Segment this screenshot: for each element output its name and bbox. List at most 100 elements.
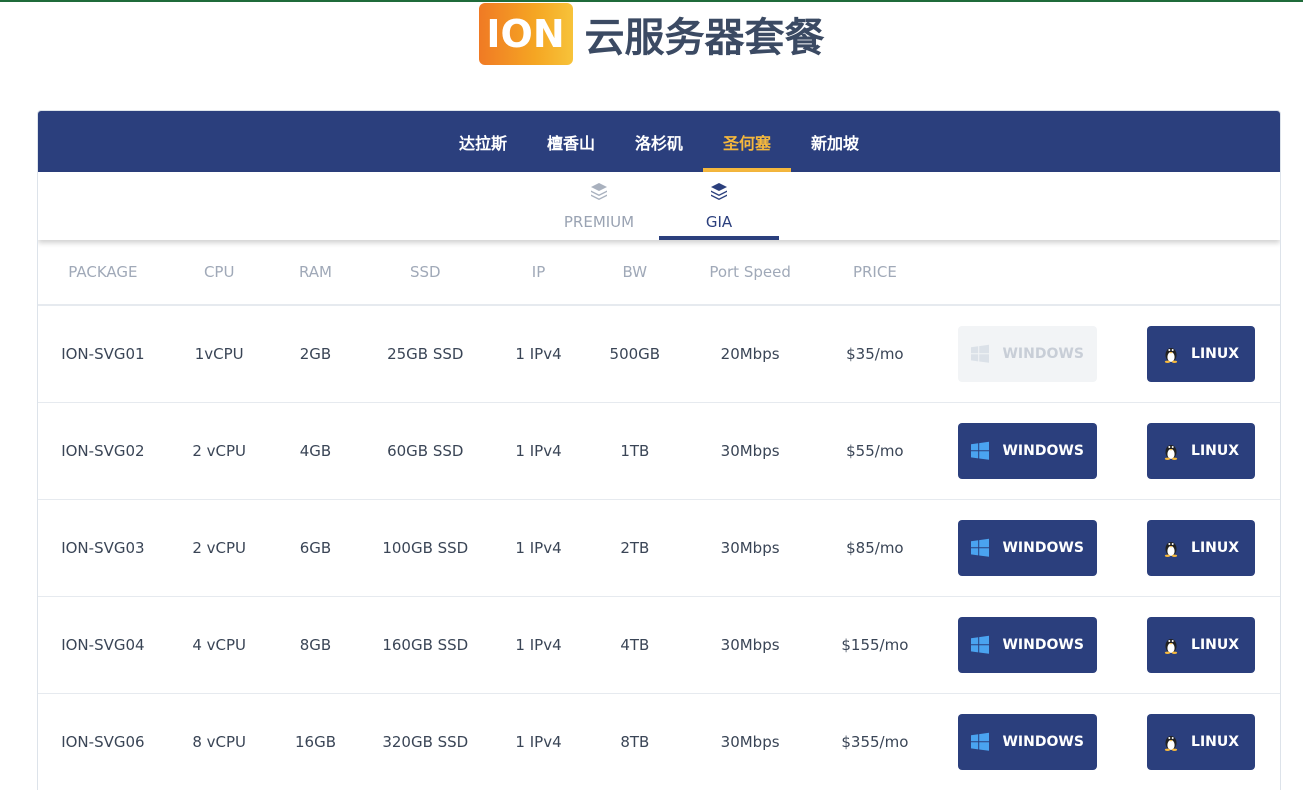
table-row: ION-SVG06 8 vCPU 16GB 320GB SSD 1 IPv4 8TB 30M… [38,693,1280,790]
cell-windows: WINDOWS [932,693,1123,790]
cell-windows: WINDOWS [932,402,1123,500]
windows-button-label: WINDOWS [1002,539,1084,556]
windows-icon [970,344,996,364]
linux-button[interactable]: LINUX [1147,422,1256,479]
table-row: ION-SVG03 2 vCPU 6GB 100GB SSD 1 IPv4 2TB 30Mb… [38,499,1280,597]
cell-ssd: 25GB SSD [360,305,491,403]
cell-price: $85/mo [817,499,933,597]
column-header-package: PACKAGE [38,240,168,306]
cell-package: ION-SVG04 [38,596,168,694]
column-header-ram: RAM [270,240,361,306]
windows-button-label: WINDOWS [1002,442,1084,459]
column-header-windows [932,240,1123,306]
windows-button[interactable]: WINDOWS [957,713,1097,770]
windows-button-label: WINDOWS [1002,733,1084,750]
cell-cpu: 2 vCPU [167,499,271,597]
logo-text: ION [486,12,565,56]
cell-linux: LINUX [1122,499,1280,597]
windows-button[interactable]: WINDOWS [957,325,1097,382]
cell-bw: 1TB [586,402,683,500]
table-row: ION-SVG01 1vCPU 2GB 25GB SSD 1 IPv4 500GB 20Mb… [38,305,1280,403]
cell-ssd: 100GB SSD [360,499,491,597]
cell-port: 30Mbps [682,596,818,694]
plan-tab-premium[interactable]: PREMIUM [539,172,659,240]
linux-button[interactable]: LINUX [1147,325,1256,382]
cell-windows: WINDOWS [932,499,1123,597]
linux-button[interactable]: LINUX [1147,713,1256,770]
plan-tab-label: PREMIUM [563,213,635,231]
windows-icon [970,732,996,752]
linux-tux-icon [1163,636,1185,654]
cell-bw: 2TB [586,499,683,597]
pricing-table: PACKAGE CPU RAM SSD IP BW Port Speed PRICE ION-… [38,240,1280,790]
table-row: ION-SVG04 4 vCPU 8GB 160GB SSD 1 IPv4 4TB 30Mb… [38,596,1280,694]
location-tab-label: 新加坡 [811,133,860,153]
linux-button-label: LINUX [1191,636,1240,653]
cell-price: $155/mo [817,596,933,694]
cell-port: 30Mbps [682,693,818,790]
linux-button[interactable]: LINUX [1147,519,1256,576]
plan-tab-label: GIA [705,213,733,231]
cell-ssd: 60GB SSD [360,402,491,500]
cell-linux: LINUX [1122,402,1280,500]
windows-icon [970,538,996,558]
cell-bw: 8TB [586,693,683,790]
cell-ip: 1 IPv4 [490,596,587,694]
cell-ram: 16GB [270,693,361,790]
location-tab-label: 洛杉矶 [634,133,683,153]
cell-package: ION-SVG02 [38,402,168,500]
table-header-row: PACKAGE CPU RAM SSD IP BW Port Speed PRICE [38,240,1280,306]
cell-cpu: 1vCPU [167,305,271,403]
windows-button[interactable]: WINDOWS [957,519,1097,576]
windows-icon [970,635,996,655]
ion-logo: ION [478,3,573,65]
cell-cpu: 2 vCPU [167,402,271,500]
location-tab-1[interactable]: 檀香山 [527,111,615,172]
cell-linux: LINUX [1122,305,1280,403]
windows-button-label: WINDOWS [1002,636,1084,653]
cell-bw: 4TB [586,596,683,694]
cell-ram: 4GB [270,402,361,500]
linux-tux-icon [1163,345,1185,363]
location-tab-2[interactable]: 洛杉矶 [615,111,703,172]
table-body: ION-SVG01 1vCPU 2GB 25GB SSD 1 IPv4 500GB 20Mb… [38,305,1280,790]
location-tab-label: 檀香山 [546,133,595,153]
location-tab-4[interactable]: 新加坡 [791,111,879,172]
column-header-ip: IP [490,240,587,306]
cell-ram: 2GB [270,305,361,403]
cell-price: $35/mo [817,305,933,403]
windows-icon [970,441,996,461]
page-title: 云服务器套餐 [584,15,825,61]
cell-ip: 1 IPv4 [490,402,587,500]
linux-tux-icon [1163,442,1185,460]
cell-ssd: 160GB SSD [360,596,491,694]
windows-button[interactable]: WINDOWS [957,422,1097,479]
cell-ip: 1 IPv4 [490,693,587,790]
location-tab-0[interactable]: 达拉斯 [439,111,527,172]
column-header-bw: BW [586,240,683,306]
cell-ssd: 320GB SSD [360,693,491,790]
cell-cpu: 4 vCPU [167,596,271,694]
cell-windows: WINDOWS [932,596,1123,694]
linux-tux-icon [1163,539,1185,557]
linux-button-label: LINUX [1191,539,1240,556]
layers-icon [589,181,609,205]
cell-ram: 8GB [270,596,361,694]
column-header-ssd: SSD [360,240,491,306]
cell-package: ION-SVG01 [38,305,168,403]
cell-port: 20Mbps [682,305,818,403]
cell-bw: 500GB [586,305,683,403]
plan-tab-gia[interactable]: GIA [659,172,779,240]
location-tab-3[interactable]: 圣何塞 [703,111,792,172]
column-header-port-speed: Port Speed [682,240,818,306]
linux-button-label: LINUX [1191,442,1240,459]
cell-port: 30Mbps [682,499,818,597]
cell-price: $55/mo [817,402,933,500]
location-tabs: 达拉斯 檀香山 洛杉矶 圣何塞 新加坡 [38,111,1280,172]
linux-button[interactable]: LINUX [1147,616,1256,673]
cell-package: ION-SVG03 [38,499,168,597]
plan-tabs: PREMIUM GIA [38,172,1280,240]
windows-button[interactable]: WINDOWS [957,616,1097,673]
cell-package: ION-SVG06 [38,693,168,790]
cell-windows: WINDOWS [932,305,1123,403]
